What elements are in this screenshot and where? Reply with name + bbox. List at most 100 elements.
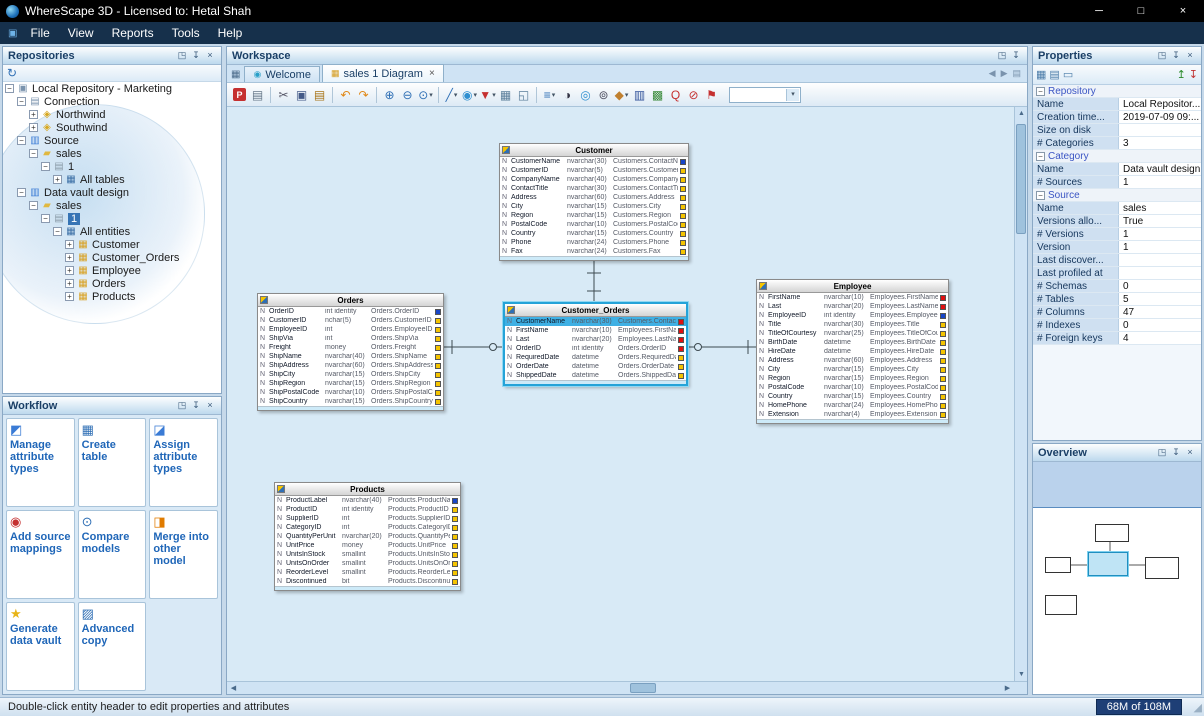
close-button[interactable]: ×: [1162, 0, 1204, 22]
undo-button[interactable]: ↶: [337, 86, 354, 104]
tree-expander-icon[interactable]: +: [53, 175, 62, 184]
entity-attribute-row[interactable]: NFreightmoneyOrders.Freight: [258, 343, 443, 352]
tree-item-all-tables[interactable]: +▦All tables: [3, 173, 221, 186]
entity-attribute-row[interactable]: NPostalCodenvarchar(10)Employees.PostalC…: [757, 383, 948, 392]
collapse-all-icon[interactable]: ↧: [1189, 68, 1198, 81]
entity-attribute-row[interactable]: NRequiredDatedatetimeOrders.RequiredDate: [505, 353, 686, 362]
tree-expander-icon[interactable]: +: [65, 240, 74, 249]
entity-attribute-row[interactable]: NExtensionnvarchar(4)Employees.Extension: [757, 410, 948, 419]
menu-help[interactable]: Help: [209, 23, 252, 43]
repositories-panel-header[interactable]: Repositories ◳↧×: [3, 47, 221, 65]
entity-header[interactable]: Customer_Orders: [505, 304, 686, 317]
tree-item-orders[interactable]: +▦Orders: [3, 277, 221, 290]
pin-panel-icon[interactable]: ↧: [1010, 50, 1022, 61]
vertical-scrollbar[interactable]: ▲ ▼: [1014, 107, 1027, 681]
tree-expander-icon[interactable]: −: [17, 136, 26, 145]
vertical-scroll-track[interactable]: [1015, 120, 1027, 668]
highlighter-button[interactable]: ▼▾: [479, 86, 496, 104]
entity-attribute-row[interactable]: NLastnvarchar(20)Employees.LastName: [505, 335, 686, 344]
workflow-merge-into-other-model-button[interactable]: ◨Merge into other model: [149, 510, 218, 599]
close-tab-icon[interactable]: ×: [429, 68, 435, 79]
tree-expander-icon[interactable]: +: [65, 266, 74, 275]
tree-expander-icon[interactable]: +: [29, 123, 38, 132]
properties-panel-header[interactable]: Properties ◳↧×: [1033, 47, 1201, 65]
workflow-manage-attribute-types-button[interactable]: ◩Manage attribute types: [6, 418, 75, 507]
horizontal-scroll-track[interactable]: [240, 682, 1001, 694]
scroll-up-icon[interactable]: ▲: [1015, 107, 1028, 120]
entity-attribute-row[interactable]: NCompanyNamenvarchar(40)Customers.Compan…: [500, 175, 688, 184]
workflow-create-table-button[interactable]: ▦Create table: [78, 418, 147, 507]
entity-attribute-row[interactable]: NHireDatedatetimeEmployees.HireDate: [757, 347, 948, 356]
entity-header[interactable]: Customer: [500, 144, 688, 157]
property-row[interactable]: # Categories3: [1033, 137, 1201, 150]
property-row[interactable]: # Columns47: [1033, 306, 1201, 319]
cut-button[interactable]: ✂: [275, 86, 292, 104]
property-row[interactable]: # Sources1: [1033, 176, 1201, 189]
tree-item-local-repository-marketing[interactable]: −▣Local Repository - Marketing: [3, 82, 221, 95]
entity-attribute-row[interactable]: NFirstNamenvarchar(10)Employees.FirstNam…: [505, 326, 686, 335]
print-button[interactable]: ▤: [249, 86, 266, 104]
query-search-button[interactable]: Q: [667, 86, 684, 104]
workflow-assign-attribute-types-button[interactable]: ◪Assign attribute types: [149, 418, 218, 507]
entity-attribute-row[interactable]: NCountrynvarchar(15)Employees.Country: [757, 392, 948, 401]
entity-customer-orders[interactable]: Customer_OrdersNCustomerNamenvarchar(30)…: [503, 302, 688, 386]
close-panel-icon[interactable]: ×: [1184, 50, 1196, 61]
workflow-advanced-copy-button[interactable]: ▨Advanced copy: [78, 602, 147, 691]
entity-attribute-row[interactable]: NShipAddressnvarchar(60)Orders.ShipAddre…: [258, 361, 443, 370]
tree-expander-icon[interactable]: −: [41, 214, 50, 223]
horizontal-scrollbar[interactable]: ◀ ▶: [227, 681, 1027, 694]
entity-attribute-row[interactable]: NCategoryIDintProducts.CategoryID: [275, 523, 460, 532]
stop-button[interactable]: ⊘: [685, 86, 702, 104]
entity-customer[interactable]: CustomerNCustomerNamenvarchar(30)Custome…: [499, 143, 689, 261]
properties-section-repository[interactable]: −Repository: [1033, 85, 1201, 98]
frame-view-button[interactable]: ◱: [515, 86, 532, 104]
property-row[interactable]: Namesales: [1033, 202, 1201, 215]
menu-file[interactable]: File: [21, 23, 58, 43]
entity-attribute-row[interactable]: NRegionnvarchar(15)Employees.Region: [757, 374, 948, 383]
entity-attribute-row[interactable]: NEmployeeIDint identityEmployees.Employe…: [757, 311, 948, 320]
redo-button[interactable]: ↷: [355, 86, 372, 104]
entity-header[interactable]: Orders: [258, 294, 443, 307]
tree-expander-icon[interactable]: −: [29, 201, 38, 210]
entity-attribute-row[interactable]: NPostalCodenvarchar(10)Customers.PostalC…: [500, 220, 688, 229]
float-panel-icon[interactable]: ◳: [176, 50, 188, 61]
entity-attribute-row[interactable]: NDiscontinuedbitProducts.Discontinued: [275, 577, 460, 586]
property-row[interactable]: Version1: [1033, 241, 1201, 254]
property-row[interactable]: NameData vault design: [1033, 163, 1201, 176]
repository-tree[interactable]: −▣Local Repository - Marketing−▤Connecti…: [3, 82, 221, 393]
tree-item-all-entities[interactable]: −▦All entities: [3, 225, 221, 238]
close-panel-icon[interactable]: ×: [1184, 447, 1196, 458]
align-button[interactable]: ≡▾: [541, 86, 558, 104]
properties-section-source[interactable]: −Source: [1033, 189, 1201, 202]
entity-attribute-row[interactable]: NAddressnvarchar(60)Customers.Address: [500, 193, 688, 202]
resize-grip-icon[interactable]: ◢: [1194, 701, 1202, 714]
entity-orders[interactable]: OrdersNOrderIDint identityOrders.OrderID…: [257, 293, 444, 411]
tree-expander-icon[interactable]: −: [53, 227, 62, 236]
close-panel-icon[interactable]: ×: [204, 50, 216, 61]
tree-expander-icon[interactable]: +: [65, 292, 74, 301]
tree-item-southwind[interactable]: +◈Southwind: [3, 121, 221, 134]
tree-expander-icon[interactable]: −: [5, 84, 14, 93]
property-row[interactable]: NameLocal Repositor...: [1033, 98, 1201, 111]
pin-panel-icon[interactable]: ↧: [190, 400, 202, 411]
entity-attribute-row[interactable]: NCitynvarchar(15)Employees.City: [757, 365, 948, 374]
entity-attribute-row[interactable]: NLastnvarchar(20)Employees.LastName: [757, 302, 948, 311]
menu-view[interactable]: View: [59, 23, 103, 43]
entity-attribute-row[interactable]: NEmployeeIDintOrders.EmployeeID: [258, 325, 443, 334]
property-row[interactable]: Versions allo...True: [1033, 215, 1201, 228]
memory-indicator[interactable]: 68M of 108M: [1096, 699, 1182, 715]
collapse-section-icon[interactable]: −: [1036, 87, 1045, 96]
tree-item-products[interactable]: +▦Products: [3, 290, 221, 303]
palette-button[interactable]: ◆▾: [613, 86, 630, 104]
zoom-in-button[interactable]: ⊕: [381, 86, 398, 104]
entity-attribute-row[interactable]: NCountrynvarchar(15)Customers.Country: [500, 229, 688, 238]
tree-item-customer[interactable]: +▦Customer: [3, 238, 221, 251]
entity-attribute-row[interactable]: NBirthDatedatetimeEmployees.BirthDate: [757, 338, 948, 347]
tree-item-customer-orders[interactable]: +▦Customer_Orders: [3, 251, 221, 264]
entity-attribute-row[interactable]: NShippedDatedatetimeOrders.ShippedDate: [505, 371, 686, 380]
entity-attribute-row[interactable]: NHomePhonenvarchar(24)Employees.HomePhon…: [757, 401, 948, 410]
pdf-export-button[interactable]: P: [231, 86, 248, 104]
workflow-compare-models-button[interactable]: ⊙Compare models: [78, 510, 147, 599]
entity-attribute-row[interactable]: NRegionnvarchar(15)Customers.Region: [500, 211, 688, 220]
diagram-filter-combo[interactable]: ▾: [729, 87, 801, 103]
